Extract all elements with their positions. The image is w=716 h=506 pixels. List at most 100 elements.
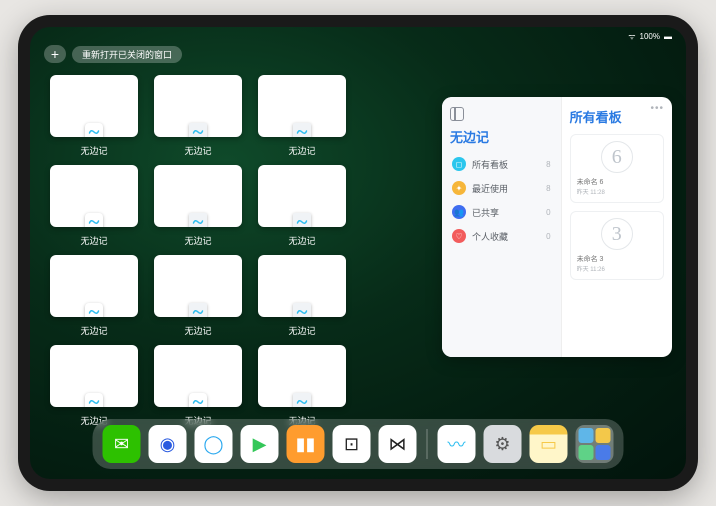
window-preview	[258, 165, 346, 227]
window-preview	[154, 165, 242, 227]
window-preview	[50, 345, 138, 407]
dock: ✉◉◯▶▮▮⊡⋈ 〰⚙▭	[93, 419, 624, 469]
panel-content: ••• 所有看板 6 未命名 6 昨天 11:28 3 未命名 3 昨天 11:…	[562, 97, 672, 357]
ipad-frame: ᯤ 100% ▬ + 重新打开已关闭的窗口 无边记无边记无边记无边记无边记无边记…	[18, 15, 698, 491]
panel-sidebar: 无边记 ◻ 所有看板 8 ✦ 最近使用 8 👥 已共享 0 ♡ 个人收藏 0	[442, 97, 562, 357]
window-preview	[50, 165, 138, 227]
add-space-button[interactable]: +	[44, 45, 66, 63]
board-card[interactable]: 6 未命名 6 昨天 11:28	[570, 134, 664, 203]
dock-separator	[427, 429, 428, 459]
freeform-app-icon	[189, 213, 207, 227]
battery-label: 100%	[640, 32, 660, 41]
category-icon: 👥	[452, 205, 466, 219]
window-label: 无边记	[184, 324, 211, 337]
wechat-dock-icon[interactable]: ✉	[103, 425, 141, 463]
board-thumbnail: 6	[601, 141, 633, 173]
board-meta: 昨天 11:26	[577, 264, 657, 273]
top-controls: + 重新打开已关闭的窗口	[44, 45, 182, 63]
app-window-thumbnail[interactable]: 无边记	[258, 255, 346, 337]
reopen-closed-window-button[interactable]: 重新打开已关闭的窗口	[72, 46, 182, 63]
app-window-thumbnail[interactable]: 无边记	[258, 165, 346, 247]
window-label: 无边记	[80, 144, 107, 157]
network-dock-icon[interactable]: ⋈	[379, 425, 417, 463]
app-window-thumbnail[interactable]: 无边记	[258, 345, 346, 427]
sidebar-item-label: 最近使用	[472, 182, 508, 195]
window-label: 无边记	[80, 324, 107, 337]
freeform-app-icon	[293, 213, 311, 227]
app-window-thumbnail[interactable]: 无边记	[154, 75, 242, 157]
window-preview	[154, 75, 242, 137]
category-icon: ♡	[452, 229, 466, 243]
category-icon: ◻	[452, 157, 466, 171]
app-window-thumbnail[interactable]: 无边记	[50, 165, 138, 247]
sidebar-item[interactable]: ◻ 所有看板 8	[450, 154, 553, 174]
window-label: 无边记	[288, 234, 315, 247]
freeform-app-icon	[85, 123, 103, 137]
app-window-thumbnail[interactable]: 无边记	[154, 165, 242, 247]
sidebar-item-count: 8	[546, 184, 550, 193]
board-title: 未命名 3	[577, 254, 657, 264]
status-bar: ᯤ 100% ▬	[628, 31, 672, 42]
app-library-icon[interactable]	[576, 425, 614, 463]
freeform-panel: 无边记 ◻ 所有看板 8 ✦ 最近使用 8 👥 已共享 0 ♡ 个人收藏 0 •…	[442, 97, 672, 357]
freeform-app-icon	[189, 303, 207, 317]
reopen-label: 重新打开已关闭的窗口	[82, 50, 172, 60]
play-dock-icon[interactable]: ▶	[241, 425, 279, 463]
window-label: 无边记	[184, 234, 211, 247]
boards-list: 6 未命名 6 昨天 11:28 3 未命名 3 昨天 11:26	[570, 134, 664, 280]
freeform-app-icon	[189, 393, 207, 407]
app-window-thumbnail[interactable]: 无边记	[50, 255, 138, 337]
category-icon: ✦	[452, 181, 466, 195]
settings-dock-icon[interactable]: ⚙	[484, 425, 522, 463]
books-dock-icon[interactable]: ▮▮	[287, 425, 325, 463]
app-window-thumbnail[interactable]: 无边记	[50, 75, 138, 157]
app-window-thumbnail[interactable]: 无边记	[50, 345, 138, 427]
app-window-thumbnail[interactable]: 无边记	[154, 255, 242, 337]
app-switcher-grid: 无边记无边记无边记无边记无边记无边记无边记无边记无边记无边记无边记无边记	[50, 75, 430, 427]
board-title: 未命名 6	[577, 177, 657, 187]
browser-2-dock-icon[interactable]: ◯	[195, 425, 233, 463]
sidebar-item[interactable]: 👥 已共享 0	[450, 202, 553, 222]
sidebar-item-label: 已共享	[472, 206, 499, 219]
freeform-dock-icon[interactable]: 〰	[438, 425, 476, 463]
sidebar-item-label: 个人收藏	[472, 230, 508, 243]
freeform-app-icon	[189, 123, 207, 137]
sidebar-item[interactable]: ✦ 最近使用 8	[450, 178, 553, 198]
window-preview	[258, 345, 346, 407]
sidebar-item-label: 所有看板	[472, 158, 508, 171]
panel-left-title: 无边记	[450, 127, 553, 146]
window-label: 无边记	[80, 234, 107, 247]
screen: ᯤ 100% ▬ + 重新打开已关闭的窗口 无边记无边记无边记无边记无边记无边记…	[30, 27, 686, 479]
wifi-icon: ᯤ	[628, 31, 635, 42]
notes-dock-icon[interactable]: ▭	[530, 425, 568, 463]
battery-icon: ▬	[664, 32, 672, 41]
window-preview	[50, 75, 138, 137]
window-preview	[154, 255, 242, 317]
dice-dock-icon[interactable]: ⊡	[333, 425, 371, 463]
freeform-app-icon	[293, 303, 311, 317]
window-preview	[154, 345, 242, 407]
sidebar-item-count: 0	[546, 232, 550, 241]
window-preview	[50, 255, 138, 317]
freeform-app-icon	[293, 123, 311, 137]
sidebar-item-count: 0	[546, 208, 550, 217]
app-window-thumbnail[interactable]: 无边记	[258, 75, 346, 157]
sidebar-icon[interactable]	[450, 107, 464, 121]
window-label: 无边记	[184, 144, 211, 157]
window-preview	[258, 255, 346, 317]
app-window-thumbnail[interactable]: 无边记	[154, 345, 242, 427]
board-thumbnail: 3	[601, 218, 633, 250]
freeform-app-icon	[85, 393, 103, 407]
more-icon[interactable]: •••	[650, 103, 664, 114]
window-preview	[258, 75, 346, 137]
panel-list: ◻ 所有看板 8 ✦ 最近使用 8 👥 已共享 0 ♡ 个人收藏 0	[450, 154, 553, 246]
board-card[interactable]: 3 未命名 3 昨天 11:26	[570, 211, 664, 280]
browser-1-dock-icon[interactable]: ◉	[149, 425, 187, 463]
sidebar-item-count: 8	[546, 160, 550, 169]
freeform-app-icon	[85, 303, 103, 317]
freeform-app-icon	[85, 213, 103, 227]
sidebar-item[interactable]: ♡ 个人收藏 0	[450, 226, 553, 246]
freeform-app-icon	[293, 393, 311, 407]
window-label: 无边记	[288, 324, 315, 337]
window-label: 无边记	[288, 144, 315, 157]
